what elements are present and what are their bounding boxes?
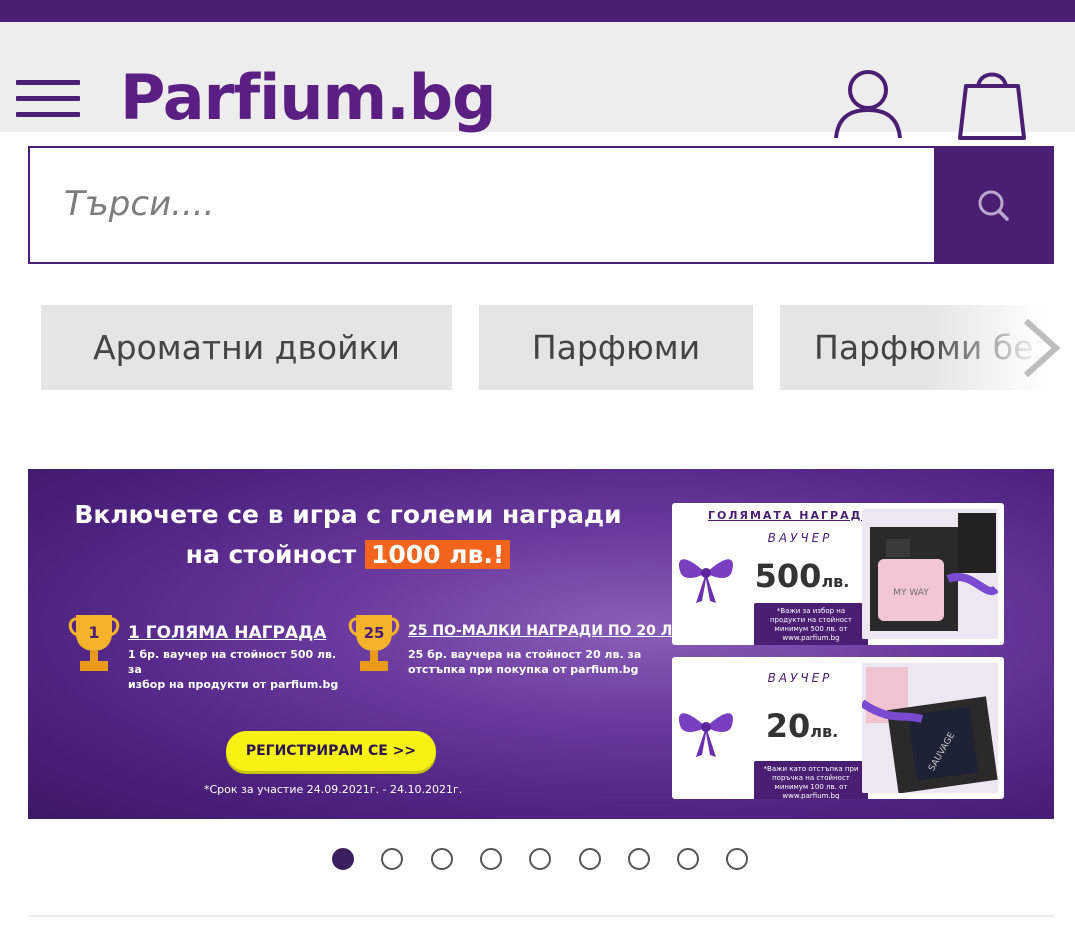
- carousel-dot[interactable]: [677, 848, 699, 870]
- ribbon-bow-icon: [679, 559, 733, 603]
- search-field-wrapper: [28, 146, 934, 264]
- banner-amount: 1000 лв.!: [364, 540, 511, 569]
- carousel-dot[interactable]: [579, 848, 601, 870]
- trophy-number: 1: [88, 623, 99, 642]
- promo-banner[interactable]: Включете се в игра с големи награди на с…: [28, 469, 1054, 819]
- hamburger-menu-icon[interactable]: [16, 80, 80, 118]
- carousel-dot[interactable]: [529, 848, 551, 870]
- carousel-dot[interactable]: [480, 848, 502, 870]
- voucher-main: ГОЛЯМАТА НАГРАДА ВАУЧЕР 500лв. *Важи за …: [672, 503, 1004, 645]
- small-prize-desc-line2: отстъпка при покупка от parfium.bg: [408, 663, 639, 676]
- carousel-dot[interactable]: [332, 848, 354, 870]
- small-prize-desc-line1: 25 бр. ваучера на стойност 20 лв. за: [408, 648, 642, 661]
- voucher-main-amount: 500лв.: [754, 557, 850, 595]
- top-accent-bar: [0, 0, 1075, 22]
- site-header: Parfium.bg: [0, 22, 1075, 140]
- shopping-bag-icon: [958, 72, 1026, 140]
- banner-title-line1: Включете се в игра с големи награди: [74, 500, 622, 529]
- product-label: MY WAY: [893, 588, 929, 598]
- trophy-number: 25: [364, 624, 385, 642]
- voucher-small: ВАУЧЕР 20лв. *Важи като отстъпка при пор…: [672, 657, 1004, 799]
- voucher-word: ВАУЧЕР: [767, 531, 833, 545]
- chevron-right-icon: [1023, 318, 1061, 378]
- banner-title: Включете се в игра с големи награди на с…: [68, 495, 628, 575]
- carousel-dot[interactable]: [726, 848, 748, 870]
- carousel-dot[interactable]: [381, 848, 403, 870]
- product-image-sauvage: SAUVAGE: [862, 663, 998, 793]
- main-prize-description: 1 бр. ваучер на стойност 500 лв. за избо…: [128, 647, 346, 692]
- carousel-pagination: [0, 846, 1075, 872]
- search-button[interactable]: [934, 146, 1054, 264]
- ribbon-bow-icon: [679, 713, 733, 757]
- account-button[interactable]: [832, 68, 904, 140]
- category-next-button[interactable]: [1016, 315, 1066, 381]
- user-icon: [834, 70, 902, 139]
- category-carousel: Ароматни двойки Парфюми Парфюми без: [0, 305, 1075, 391]
- perfume-bottle-image: SAUVAGE: [862, 663, 998, 793]
- main-prize-heading: 1 ГОЛЯМА НАГРАДА: [128, 623, 327, 643]
- term-note: *Срок за участие 24.09.2021г. - 24.10.20…: [204, 783, 463, 796]
- search-bar: [28, 146, 1054, 264]
- cart-button[interactable]: [956, 66, 1028, 142]
- voucher-small-amount: 20лв.: [765, 707, 839, 745]
- search-icon: [978, 190, 1009, 221]
- small-prize-description: 25 бр. ваучера на стойност 20 лв. за отс…: [408, 647, 641, 677]
- category-aromatni-dvoiki[interactable]: Ароматни двойки: [41, 305, 452, 390]
- perfume-bottle-image: MY WAY: [862, 509, 998, 639]
- carousel-dot[interactable]: [628, 848, 650, 870]
- voucher-main-note: *Важи за избор на продукти на стойност м…: [754, 603, 868, 645]
- main-prize-desc-line2: избор на продукти от parfium.bg: [128, 678, 339, 691]
- voucher-small-note: *Важи като отстъпка при поръчка на стойн…: [754, 761, 868, 799]
- section-divider: [28, 915, 1054, 917]
- category-parfyumi[interactable]: Парфюми: [479, 305, 753, 390]
- banner-title-prefix: на стойност: [185, 540, 365, 569]
- main-prize-desc-line1: 1 бр. ваучер на стойност 500 лв. за: [128, 648, 337, 676]
- voucher-word: ВАУЧЕР: [767, 671, 833, 685]
- register-button[interactable]: РЕГИСТРИРАМ СЕ >>: [226, 731, 436, 771]
- carousel-dot[interactable]: [431, 848, 453, 870]
- trophy-icon: 1: [68, 615, 120, 671]
- small-prize-heading: 25 ПО-МАЛКИ НАГРАДИ ПО 20 ЛВ.: [408, 623, 689, 639]
- banner-title-line2: на стойност 1000 лв.!: [68, 535, 628, 575]
- trophy-icon: 25: [348, 615, 400, 671]
- product-image-my-way: MY WAY: [862, 509, 998, 639]
- voucher-main-heading: ГОЛЯМАТА НАГРАДА: [708, 509, 873, 522]
- logo-text: Parfium.bg: [120, 61, 496, 134]
- search-input[interactable]: [62, 148, 926, 260]
